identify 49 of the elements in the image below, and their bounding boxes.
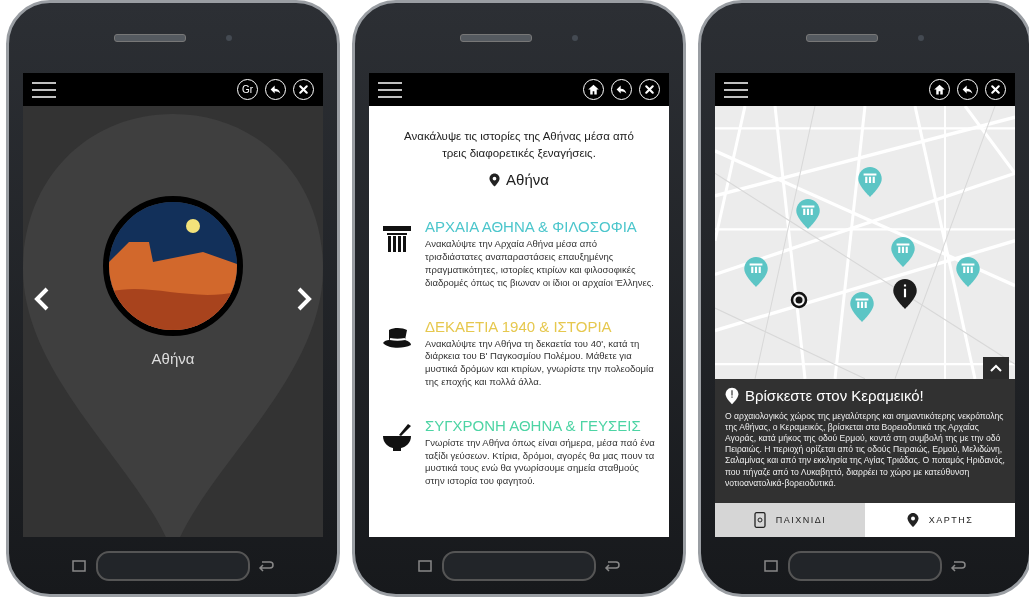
city-name: Αθήνα: [151, 350, 195, 367]
recent-apps-icon[interactable]: [71, 558, 89, 573]
back-key-icon[interactable]: [949, 558, 967, 573]
speaker-grille: [460, 34, 532, 42]
column-marker-icon[interactable]: [955, 256, 981, 288]
back-arrow-icon: [615, 83, 628, 96]
back-arrow-icon: [961, 83, 974, 96]
recent-apps-icon[interactable]: [417, 558, 435, 573]
info-marker-icon[interactable]: [892, 278, 918, 310]
location-pin-icon: [489, 172, 501, 187]
menu-icon[interactable]: [724, 81, 748, 98]
info-text: Ο αρχαιολογικός χώρος της μεγαλύτερης και σημαντικότερης νεκρόπολης της Αθήνας, ο Κεραμεικός, βρίσκεται στα Βορειοδυτικά της Αρχαίας Αγοράς, κατά μήκος της οδού Ερμού, κοντά στη συμβολή της με την οδό Πειραιώς. Η περιοχή ορίζεται από τις οδούς Πειραιώς, Ερμού, Μελιδώνη, Σαλαμίνας και από την εκκλησία της Αγίας Τριάδας. Ο ποταμός Ηριδανός, που πήγαζε από το Λυκαβηττό, διαρρέει το χώρο με κατεύθυνση νοτιοανατολικά-βορειοδυτικά.: [725, 410, 1005, 489]
menu-icon[interactable]: [32, 81, 56, 98]
recent-apps-icon[interactable]: [763, 558, 781, 573]
home-icon: [587, 83, 600, 96]
close-icon: [989, 83, 1002, 96]
close-icon: [643, 83, 656, 96]
column-marker-icon[interactable]: [857, 166, 883, 198]
bottom-tab[interactable]: ΧΑΡΤΗΣ: [865, 503, 1015, 537]
back-key-icon[interactable]: [257, 558, 275, 573]
speaker-grille: [806, 34, 878, 42]
previous-button[interactable]: [33, 286, 51, 312]
column-marker-icon[interactable]: [849, 291, 875, 323]
bottom-tab[interactable]: ΠΑΙΧΝΙΔΙ: [715, 503, 865, 537]
menu-icon[interactable]: [378, 81, 402, 98]
caret-up-icon: [990, 363, 1002, 372]
camera-lens: [572, 35, 578, 41]
column-marker-icon[interactable]: [890, 236, 916, 268]
back-arrow-icon: [269, 83, 282, 96]
next-button[interactable]: [295, 286, 313, 312]
camera-lens: [918, 35, 924, 41]
info-title: Βρίσκεστε στον Κεραμεικό!: [745, 387, 924, 405]
tour-description: Ανακαλύψτε την Αθήνα τη δεκαετία του 40', κατά τη διάρκεια του Β' Παγκοσμίου Πολέμου. Μάθετε για μυστικά δρόμων και κτιρίων, γνωρίστε την πολεοδομία της εποχής και πολλά άλλα.: [425, 337, 655, 389]
close-icon: [297, 83, 310, 96]
speaker-grille: [114, 34, 186, 42]
camera-lens: [226, 35, 232, 41]
phone-icon: [753, 512, 766, 528]
expand-button[interactable]: [983, 356, 1009, 379]
alert-pin-icon: [725, 386, 739, 405]
location-pin-icon: [906, 512, 919, 528]
column-marker-icon[interactable]: [795, 198, 821, 230]
current-location-icon: [790, 291, 808, 309]
location-name: Αθήνα: [506, 171, 549, 189]
intro-text: Ανακάλυψε τις ιστορίες της Αθήνας μέσα από τρεις διαφορετικές ξεναγήσεις.: [403, 129, 635, 161]
tour-description: Ανακαλύψτε την Αρχαία Αθήνα μέσα από τρισδιάστατες αναπαραστάσεις επαυξημένης πραγματικότητες, ιστορίες κτιρίων και φιλοσοφικές διαδρομές όπως τις βιωναν οι ίδιοι οι αρχαίοι Έλληνες.: [425, 238, 655, 290]
back-key-icon[interactable]: [603, 558, 621, 573]
tour-description: Γνωρίστε την Αθήνα όπως είναι σήμερα, μέσα παό ένα ταξίδι γεύσεων. Κτίρια, δρόμοι, αγορές θα μας πουν τα μυστικά τους ενώ θα γνωρίσουμε σημεία σταθμούς στην ιστορία του φαγητού.: [425, 436, 656, 489]
column-marker-icon[interactable]: [743, 256, 769, 288]
home-icon: [933, 83, 946, 96]
